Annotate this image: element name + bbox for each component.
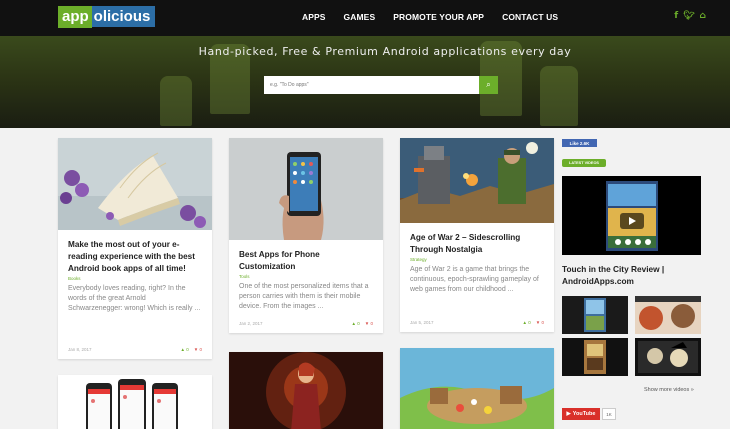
article-category[interactable]: Strategy bbox=[400, 257, 554, 262]
site-logo[interactable]: app olicious bbox=[58, 5, 156, 28]
like-count[interactable]: ▲ 0 bbox=[523, 320, 531, 325]
nav-contact-link[interactable]: CONTACT US bbox=[502, 12, 558, 22]
article-title[interactable]: Age of War 2 – Sidescrolling Through Nos… bbox=[400, 232, 554, 256]
android-icon[interactable]: ⌂ bbox=[700, 11, 706, 21]
article-thumbnail[interactable] bbox=[400, 348, 554, 429]
article-thumbnail[interactable] bbox=[400, 138, 554, 223]
article-thumbnail[interactable] bbox=[229, 352, 383, 429]
article-card[interactable] bbox=[58, 375, 212, 429]
article-thumbnail[interactable] bbox=[58, 138, 212, 230]
article-card[interactable]: Age of War 2 – Sidescrolling Through Nos… bbox=[400, 138, 554, 332]
android-mascot-decoration bbox=[540, 66, 578, 126]
article-excerpt: Age of War 2 is a game that brings the c… bbox=[410, 266, 539, 293]
dislike-count[interactable]: ▼ 0 bbox=[365, 321, 373, 326]
youtube-icon: ▶ bbox=[566, 411, 571, 417]
search-input[interactable] bbox=[264, 76, 479, 94]
logo-olicious-text: olicious bbox=[93, 8, 151, 25]
article-meta: Jan 5, 2017 ▲ 0 ▼ 0 bbox=[410, 320, 544, 325]
dislike-count[interactable]: ▼ 0 bbox=[536, 320, 544, 325]
hero-banner: Hand-picked, Free & Premium Android appl… bbox=[0, 36, 730, 128]
android-mascot-decoration bbox=[160, 76, 192, 126]
article-card[interactable]: Make the most out of your e-reading expe… bbox=[58, 138, 212, 359]
facebook-like-button[interactable]: Like 2.6K bbox=[562, 139, 597, 147]
youtube-subscribe-button[interactable]: ▶ YouTube bbox=[562, 408, 600, 420]
article-category[interactable]: Books bbox=[58, 276, 212, 281]
nav-apps-link[interactable]: APPS bbox=[302, 12, 326, 22]
article-card[interactable] bbox=[400, 348, 554, 429]
latest-videos-label: LATEST VIDEOS bbox=[562, 159, 606, 167]
nav-promote-link[interactable]: PROMOTE YOUR APP bbox=[393, 12, 484, 22]
article-thumbnail[interactable] bbox=[58, 375, 212, 429]
featured-video-player[interactable] bbox=[562, 176, 701, 255]
facebook-icon[interactable]: f bbox=[674, 11, 678, 21]
video-thumbnail[interactable] bbox=[635, 296, 701, 334]
article-title[interactable]: Best Apps for Phone Customization bbox=[229, 249, 383, 273]
logo-app-text: app bbox=[58, 5, 92, 28]
main-nav: APPS GAMES PROMOTE YOUR APP CONTACT US bbox=[302, 12, 558, 22]
dislike-count[interactable]: ▼ 0 bbox=[194, 347, 202, 352]
like-count[interactable]: ▲ 0 bbox=[352, 321, 360, 326]
article-category[interactable]: Tools bbox=[229, 274, 383, 279]
nav-games-link[interactable]: GAMES bbox=[344, 12, 376, 22]
article-card[interactable] bbox=[229, 352, 383, 429]
twitter-icon[interactable]: 🐦︎ bbox=[683, 11, 694, 21]
youtube-subscriber-count: 1K bbox=[602, 408, 616, 420]
article-excerpt: Everybody loves reading, right? In the w… bbox=[68, 285, 201, 312]
video-thumbnail[interactable] bbox=[635, 338, 701, 376]
search-bar: ⌕ bbox=[264, 76, 498, 94]
top-navigation-bar: app olicious APPS GAMES PROMOTE YOUR APP… bbox=[0, 0, 730, 36]
article-date: Jan 5, 2017 bbox=[410, 320, 434, 325]
article-date: Jan 8, 2017 bbox=[68, 347, 92, 352]
show-more-videos-link[interactable]: Show more videos » bbox=[644, 387, 694, 393]
article-date: Jan 2, 2017 bbox=[239, 321, 263, 326]
article-meta: Jan 8, 2017 ▲ 0 ▼ 0 bbox=[68, 347, 202, 352]
hero-tagline: Hand-picked, Free & Premium Android appl… bbox=[198, 45, 572, 58]
article-excerpt: One of the most personalized items that … bbox=[239, 283, 369, 310]
article-title[interactable]: Make the most out of your e-reading expe… bbox=[58, 239, 212, 275]
featured-video-title[interactable]: Touch in the City Review | AndroidApps.c… bbox=[562, 263, 702, 287]
article-card[interactable]: Best Apps for Phone Customization Tools … bbox=[229, 138, 383, 333]
like-count[interactable]: ▲ 0 bbox=[181, 347, 189, 352]
article-thumbnail[interactable] bbox=[229, 138, 383, 240]
social-links: f 🐦︎ ⌂ bbox=[674, 11, 706, 21]
article-meta: Jan 2, 2017 ▲ 0 ▼ 0 bbox=[239, 321, 373, 326]
video-thumbnail[interactable] bbox=[562, 338, 628, 376]
search-button[interactable]: ⌕ bbox=[479, 76, 498, 94]
video-thumbnail[interactable] bbox=[562, 296, 628, 334]
search-icon: ⌕ bbox=[486, 80, 491, 89]
